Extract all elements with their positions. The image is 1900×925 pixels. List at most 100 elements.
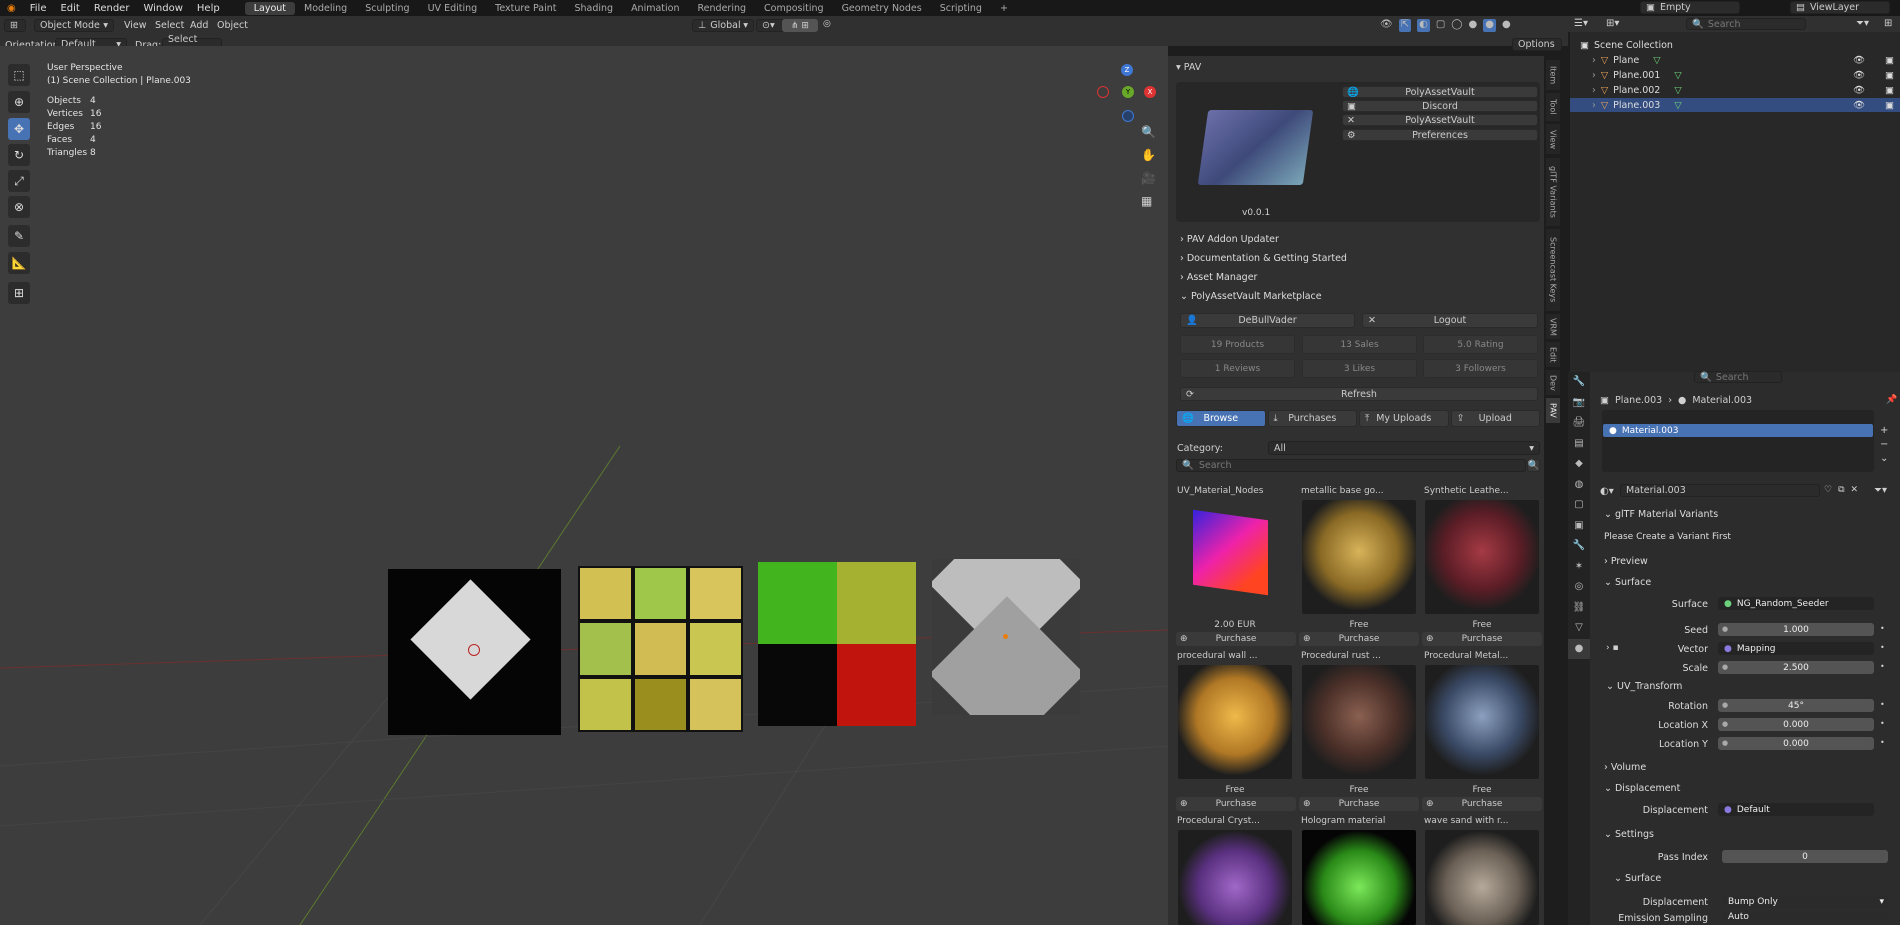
workspace-tab-uv-editing[interactable]: UV Editing	[419, 2, 487, 15]
displacement-panel[interactable]: ⌄ Displacement	[1604, 783, 1680, 794]
workspace-tab-animation[interactable]: Animation	[622, 2, 688, 15]
keyframe-dot-icon[interactable]: •	[1880, 624, 1885, 633]
plane-001-object[interactable]	[578, 566, 743, 732]
workspace-tab-sculpting[interactable]: Sculpting	[356, 2, 418, 15]
tab-item[interactable]: Item	[1546, 60, 1560, 90]
fake-user-icon[interactable]: ♡	[1824, 485, 1832, 495]
surface-shader-field[interactable]: ● NG_Random_Seeder	[1718, 597, 1874, 610]
gltf-variants-panel[interactable]: ⌄ glTF Material Variants	[1604, 509, 1718, 520]
workspace-tab-layout[interactable]: Layout	[244, 1, 295, 15]
eye-icon[interactable]: 👁	[1853, 55, 1865, 66]
transform-orientation-dropdown[interactable]: ⊥ Global ▾	[692, 19, 754, 32]
plane-003-object[interactable]	[932, 559, 1080, 715]
displacement-field[interactable]: ● Default	[1718, 803, 1874, 816]
category-dropdown[interactable]: All ▾	[1268, 441, 1540, 455]
collection-tab-icon[interactable]: ▢	[1568, 495, 1590, 516]
preferences-link[interactable]: ⚙ Preferences	[1342, 129, 1538, 141]
transform-tool-icon[interactable]: ⊗	[8, 196, 30, 218]
gizmo-neg-z-axis[interactable]	[1122, 110, 1134, 122]
output-tab-icon[interactable]: 🖨	[1568, 413, 1590, 434]
material-slot-selected[interactable]: ● Material.003	[1603, 424, 1873, 437]
3d-cursor-icon[interactable]	[468, 644, 480, 656]
scale-tool-icon[interactable]: ⤢	[8, 170, 30, 192]
select-tool-icon[interactable]: ⬚	[8, 64, 30, 86]
workspace-tab-shading[interactable]: Shading	[565, 2, 622, 15]
modifier-tab-icon[interactable]: 🔧	[1568, 536, 1590, 557]
duplicate-icon[interactable]: ⧉	[1838, 485, 1844, 495]
outliner-row[interactable]: › ▽ Plane ▽ 👁 ▣	[1570, 53, 1900, 67]
pav-website-link[interactable]: 🌐 PolyAssetVault	[1342, 86, 1538, 98]
options-dropdown[interactable]: Options	[1512, 38, 1562, 51]
scene-tab-icon[interactable]: ◆	[1568, 454, 1590, 475]
rotation-field[interactable]: 45°	[1718, 699, 1874, 712]
keyframe-dot-icon[interactable]: •	[1880, 738, 1885, 747]
menu-file[interactable]: File	[23, 3, 54, 14]
filter-icon[interactable]: ⏷▾	[1856, 18, 1869, 29]
seed-field[interactable]: 1.000	[1718, 623, 1874, 636]
xray-icon[interactable]: ▢	[1436, 19, 1445, 32]
eye-icon[interactable]: 👁	[1853, 85, 1865, 96]
tab-purchases[interactable]: ⤓ Purchases	[1267, 410, 1357, 427]
product-thumbnail[interactable]	[1178, 665, 1292, 779]
outliner-root[interactable]: ▣ Scene Collection	[1570, 38, 1900, 52]
camera-icon[interactable]: ▣	[1885, 85, 1894, 96]
remove-slot-icon[interactable]: −	[1880, 438, 1888, 452]
wireframe-shading-icon[interactable]: ◯	[1451, 19, 1462, 32]
workspace-tab-scripting[interactable]: Scripting	[931, 2, 991, 15]
location-y-field[interactable]: 0.000	[1718, 737, 1874, 750]
menu-window[interactable]: Window	[136, 3, 189, 14]
add-workspace-button[interactable]: +	[991, 2, 1017, 15]
render-tab-icon[interactable]: 📷	[1568, 393, 1590, 414]
outliner-row[interactable]: › ▽ Plane.002 ▽ 👁 ▣	[1570, 83, 1900, 97]
uv-transform-panel[interactable]: ⌄ UV_Transform	[1606, 681, 1682, 692]
menu-edit[interactable]: Edit	[53, 3, 86, 14]
section-documentation[interactable]: › Documentation & Getting Started	[1180, 253, 1347, 264]
display-mode-icon[interactable]: ⊞▾	[1606, 18, 1619, 29]
particles-tab-icon[interactable]: ✶	[1568, 557, 1590, 578]
workspace-tab-rendering[interactable]: Rendering	[689, 2, 756, 15]
product-thumbnail[interactable]	[1178, 830, 1292, 925]
pan-hand-icon[interactable]: ✋	[1141, 148, 1156, 162]
plane-object[interactable]	[388, 569, 561, 735]
camera-icon[interactable]: 🎥	[1141, 171, 1156, 185]
eye-icon[interactable]: 👁	[1853, 100, 1865, 111]
workspace-tab-geometry-nodes[interactable]: Geometry Nodes	[833, 2, 931, 15]
rotate-tool-icon[interactable]: ↻	[8, 144, 30, 166]
purchase-button[interactable]: ⊕ Purchase	[1422, 632, 1542, 646]
settings-panel[interactable]: ⌄ Settings	[1604, 829, 1654, 840]
purchase-button[interactable]: ⊕ Purchase	[1299, 797, 1419, 811]
product-thumbnail[interactable]	[1425, 500, 1539, 614]
3d-viewport[interactable]	[0, 46, 1168, 925]
link-mode-icon[interactable]: ⏷▾	[1874, 485, 1887, 496]
logout-button[interactable]: ✕ Logout	[1362, 313, 1538, 328]
proportional-edit-icon[interactable]: ◎	[823, 19, 837, 32]
annotate-tool-icon[interactable]: ✎	[8, 225, 30, 247]
menu-add[interactable]: Add	[190, 20, 208, 31]
workspace-tab-compositing[interactable]: Compositing	[755, 2, 833, 15]
pass-index-field[interactable]: 0	[1722, 850, 1888, 863]
keyframe-dot-icon[interactable]: •	[1880, 643, 1885, 652]
menu-render[interactable]: Render	[87, 3, 137, 14]
product-thumbnail[interactable]	[1302, 500, 1416, 614]
physics-tab-icon[interactable]: ◎	[1568, 577, 1590, 598]
search-button-icon[interactable]: 🔍	[1527, 459, 1540, 472]
gizmo-neg-x-axis[interactable]	[1097, 86, 1109, 98]
tab-upload[interactable]: ⇪ Upload	[1450, 410, 1540, 427]
camera-icon[interactable]: ▣	[1885, 55, 1894, 66]
menu-help[interactable]: Help	[190, 3, 227, 14]
search-input[interactable]: 🔍 Search	[1176, 459, 1526, 472]
tab-vrm[interactable]: VRM	[1546, 314, 1560, 339]
properties-search-input[interactable]: 🔍 Search	[1694, 371, 1782, 383]
world-tab-icon[interactable]: ◍	[1568, 475, 1590, 496]
tab-view[interactable]: View	[1546, 124, 1560, 154]
unlink-icon[interactable]: ✕	[1851, 485, 1859, 495]
workspace-tab-texture-paint[interactable]: Texture Paint	[486, 2, 565, 15]
material-shading-icon[interactable]: ●	[1483, 19, 1496, 32]
visibility-icon[interactable]: 👁	[1380, 19, 1393, 32]
cursor-tool-icon[interactable]: ⊕	[8, 91, 30, 113]
volume-panel[interactable]: › Volume	[1604, 762, 1646, 773]
refresh-button[interactable]: ⟳ Refresh	[1180, 387, 1538, 401]
tab-pav[interactable]: PAV	[1546, 398, 1560, 423]
blender-logo-icon[interactable]: ◉	[0, 3, 23, 14]
material-browse-icon[interactable]: ◐▾	[1600, 486, 1614, 497]
